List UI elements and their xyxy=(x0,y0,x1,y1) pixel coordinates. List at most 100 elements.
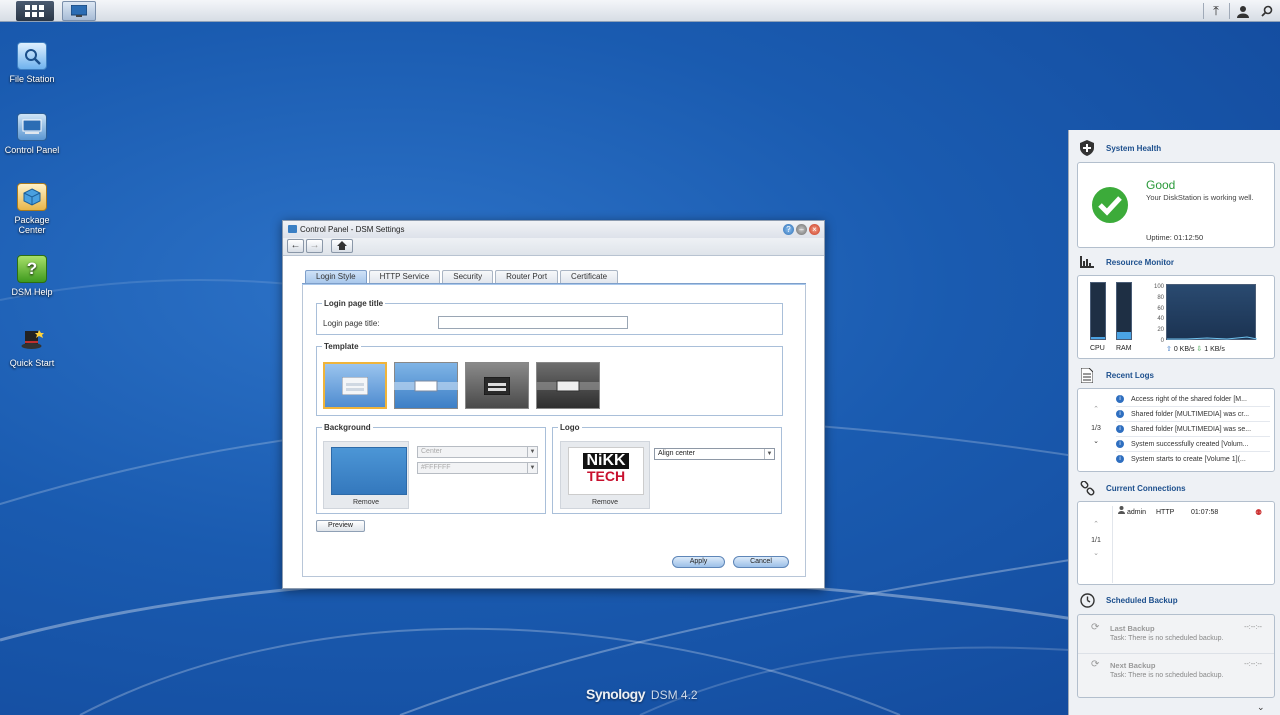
template-option-2[interactable] xyxy=(394,362,458,409)
recent-logs-header: Recent Logs xyxy=(1079,367,1154,383)
login-box-preview xyxy=(536,380,600,391)
logo-align-value: Align center xyxy=(658,450,695,457)
disconnect-icon[interactable]: ⚉ xyxy=(1255,506,1262,520)
log-item[interactable]: i System successfully created [Volum... xyxy=(1116,438,1270,452)
login-box-preview xyxy=(484,376,510,395)
logo-remove-link[interactable]: Remove xyxy=(561,499,649,506)
desktop-icon-package-center[interactable]: Package Center xyxy=(0,183,64,235)
taskbar-divider xyxy=(1229,3,1230,19)
window-titlebar[interactable]: Control Panel - DSM Settings ? – × xyxy=(283,221,824,238)
logo-preview-image: NiKK TECH xyxy=(568,447,644,495)
last-backup-row: ⟳ Last Backup Task: There is no schedule… xyxy=(1078,615,1274,654)
background-color-select[interactable]: #FFFFFF ▼ xyxy=(417,462,538,474)
connections-page-indicator: 1/1 xyxy=(1091,537,1101,544)
info-icon: i xyxy=(1116,410,1124,419)
back-button[interactable]: ← xyxy=(287,239,304,253)
login-title-label: Login page title: xyxy=(323,319,380,328)
sync-icon: ⟳ xyxy=(1091,622,1100,633)
resource-monitor-header: Resource Monitor xyxy=(1079,254,1174,270)
tab-security[interactable]: Security xyxy=(442,270,494,283)
brand-name: Synology xyxy=(586,686,646,702)
background-color-value: #FFFFFF xyxy=(421,464,451,471)
health-message: Your DiskStation is working well. xyxy=(1146,193,1254,202)
minimize-icon[interactable]: – xyxy=(796,224,807,235)
connection-time: 01:07:58 xyxy=(1191,509,1219,516)
logo-align-select[interactable]: Align center ▼ xyxy=(654,448,775,460)
backup-title: Scheduled Backup xyxy=(1106,595,1178,605)
template-option-3[interactable] xyxy=(465,362,529,409)
home-button[interactable] xyxy=(331,239,353,253)
log-item[interactable]: i Access right of the shared folder [M... xyxy=(1116,393,1270,407)
network-chart-lines xyxy=(1167,336,1258,340)
login-title-input[interactable] xyxy=(438,316,628,329)
ram-label: RAM xyxy=(1116,345,1132,352)
chevron-down-icon[interactable]: ⌄ xyxy=(1084,549,1108,557)
taskbar: ⤒ xyxy=(0,0,1280,22)
forward-button[interactable]: → xyxy=(306,239,323,253)
shield-icon xyxy=(1079,140,1095,156)
connection-row[interactable]: admin HTTP 01:07:58 ⚉ xyxy=(1113,506,1272,520)
desktop-icon-file-station[interactable]: File Station xyxy=(0,42,64,84)
chevron-up-icon[interactable]: ⌃ xyxy=(1084,405,1108,413)
arrow-left-icon: ← xyxy=(290,240,301,251)
document-icon xyxy=(1079,367,1095,383)
settings-tabs: Login Style HTTP Service Security Router… xyxy=(305,270,619,283)
connection-user: admin xyxy=(1127,509,1147,516)
info-icon: i xyxy=(1116,425,1124,434)
recent-logs-widget: ⌃ 1/3 ⌄ i Access right of the shared fold… xyxy=(1077,388,1275,472)
desktop-icon-dsm-help[interactable]: ? DSM Help xyxy=(0,255,64,297)
template-option-1[interactable] xyxy=(323,362,387,409)
desktop-icon-quick-start[interactable]: Quick Start xyxy=(0,326,64,368)
log-item[interactable]: i Shared folder [MULTIMEDIA] was cr... xyxy=(1116,408,1270,422)
user-icon[interactable] xyxy=(1232,1,1254,21)
main-menu-button[interactable] xyxy=(16,1,54,21)
y-tick: 80 xyxy=(1157,294,1164,301)
log-text: Shared folder [MULTIMEDIA] was cr... xyxy=(1131,411,1250,418)
chevron-down-icon: ▼ xyxy=(527,463,537,473)
tab-router-port[interactable]: Router Port xyxy=(495,270,559,283)
y-tick: 40 xyxy=(1157,316,1164,323)
upload-icon[interactable]: ⤒ xyxy=(1205,1,1227,21)
background-preview-image xyxy=(331,447,407,495)
tab-login-style[interactable]: Login Style xyxy=(305,270,367,283)
connections-header: Current Connections xyxy=(1079,480,1186,496)
background-position-select[interactable]: Center ▼ xyxy=(417,446,538,458)
log-item[interactable]: i System starts to create [Volume 1](... xyxy=(1116,453,1270,467)
chevron-down-icon[interactable]: ⌄ xyxy=(1084,437,1108,445)
backup-header: Scheduled Backup xyxy=(1079,592,1178,608)
magic-hat-icon xyxy=(17,326,47,354)
preview-button[interactable]: Preview xyxy=(316,520,365,532)
chevron-down-icon: ▼ xyxy=(527,447,537,457)
login-box-preview xyxy=(342,376,368,395)
recent-logs-title: Recent Logs xyxy=(1106,370,1155,380)
panel-collapse-chevron-icon[interactable]: ⌄ xyxy=(1257,702,1265,713)
close-icon[interactable]: × xyxy=(809,224,820,235)
last-backup-task: Task: There is no scheduled backup. xyxy=(1110,635,1224,642)
background-fieldset: Background Remove Center ▼ #FFFFFF ▼ xyxy=(316,423,546,514)
template-option-4[interactable] xyxy=(536,362,600,409)
apply-button[interactable]: Apply xyxy=(672,556,725,568)
health-uptime: Uptime: 01:12:50 xyxy=(1146,233,1204,242)
grid-icon xyxy=(25,5,44,17)
taskbar-control-panel-button[interactable] xyxy=(62,1,96,21)
upload-rate: 0 KB/s xyxy=(1173,346,1195,353)
help-icon[interactable]: ? xyxy=(783,224,794,235)
log-item[interactable]: i Shared folder [MULTIMEDIA] was se... xyxy=(1116,423,1270,437)
connections-list: admin HTTP 01:07:58 ⚉ xyxy=(1112,506,1272,583)
cancel-button[interactable]: Cancel xyxy=(733,556,789,568)
health-status: Good xyxy=(1146,178,1176,192)
search-icon[interactable] xyxy=(1256,1,1278,21)
tab-http-service[interactable]: HTTP Service xyxy=(368,270,441,283)
home-icon xyxy=(337,241,347,250)
background-remove-link[interactable]: Remove xyxy=(324,499,408,506)
tab-certificate[interactable]: Certificate xyxy=(560,270,619,283)
background-position-value: Center xyxy=(421,448,443,455)
desktop-icon-control-panel[interactable]: Control Panel xyxy=(0,113,64,155)
link-icon xyxy=(1079,480,1095,496)
connections-widget: ⌃ 1/1 ⌄ admin HTTP 01:07:58 ⚉ xyxy=(1077,501,1275,585)
download-rate: 1 KB/s xyxy=(1204,346,1225,353)
info-icon: i xyxy=(1116,395,1124,404)
desktop-icon-label: Package Center xyxy=(14,215,50,235)
bar-chart-icon xyxy=(1079,254,1095,270)
chevron-up-icon[interactable]: ⌃ xyxy=(1084,520,1108,528)
